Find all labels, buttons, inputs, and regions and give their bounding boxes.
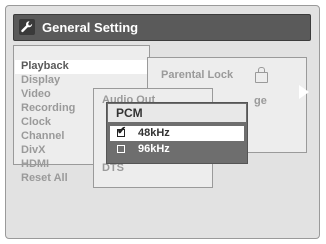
- dialog-title: PCM: [108, 104, 246, 122]
- pcm-dialog: PCM ✔ 48kHz 96kHz: [106, 102, 248, 164]
- submenu-item-parental-lock[interactable]: Parental Lock: [161, 69, 233, 82]
- option-label: 48kHz: [138, 127, 170, 139]
- option-label: 96kHz: [138, 143, 170, 155]
- menu-item-reset-all[interactable]: Reset All: [21, 172, 68, 185]
- lock-icon: [255, 67, 268, 83]
- osd-screen: General Setting Playback Display Video R…: [5, 5, 320, 239]
- page-title: General Setting: [42, 20, 139, 35]
- menu-item-clock[interactable]: Clock: [21, 116, 51, 129]
- menu-item-label: Playback: [21, 60, 69, 72]
- menu-item-video[interactable]: Video: [21, 88, 51, 101]
- chevron-right-icon: [136, 60, 146, 74]
- option-96khz[interactable]: 96kHz: [110, 142, 244, 157]
- wrench-icon: [19, 19, 35, 35]
- menu-item-hdmi[interactable]: HDMI: [21, 158, 49, 171]
- menu-item-display[interactable]: Display: [21, 74, 60, 87]
- checkbox[interactable]: ✔: [117, 125, 127, 137]
- checkmark-icon: ✔: [117, 125, 127, 137]
- checkbox[interactable]: [117, 145, 125, 153]
- option-48khz[interactable]: ✔ 48kHz: [110, 126, 244, 141]
- title-bar: General Setting: [13, 14, 311, 41]
- submenu-item-label: Parental Lock: [161, 69, 234, 81]
- menu-item-recording[interactable]: Recording: [21, 102, 75, 115]
- chevron-right-icon: [299, 85, 309, 99]
- menu-item-playback[interactable]: Playback: [15, 60, 148, 74]
- menu-item-channel[interactable]: Channel: [21, 130, 64, 143]
- menu-item-divx[interactable]: DivX: [21, 144, 45, 157]
- submenu-item-partial[interactable]: ge: [254, 95, 267, 108]
